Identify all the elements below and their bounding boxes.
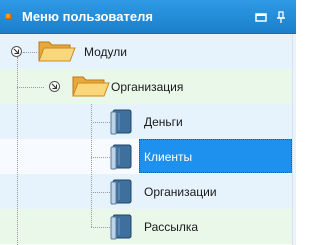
- tree-connector-line: [91, 122, 110, 123]
- pin-icon[interactable]: [274, 10, 288, 24]
- user-menu-panel: Меню пользователя Модули Организация Ден…: [0, 0, 296, 245]
- panel-title: Меню пользователя: [22, 9, 153, 24]
- tree-connector-line: [91, 227, 110, 228]
- tree-connector-line: [23, 52, 37, 53]
- tree-connector-line: [17, 57, 18, 245]
- book-icon: [110, 214, 132, 240]
- book-icon: [110, 144, 132, 170]
- tree-node-label[interactable]: Клиенты: [144, 150, 192, 164]
- restore-window-icon[interactable]: [254, 10, 268, 24]
- folder-open-icon: [38, 39, 76, 63]
- folder-open-icon: [72, 74, 110, 98]
- tree-connector-line: [17, 87, 44, 88]
- collapse-toggle-icon[interactable]: [11, 46, 22, 57]
- tree-node-label[interactable]: Деньги: [144, 115, 183, 129]
- tree-connector-line: [91, 192, 110, 193]
- tree-node-label[interactable]: Модули: [84, 45, 127, 59]
- header-grip-icon: [5, 13, 11, 19]
- book-icon: [110, 109, 132, 135]
- book-icon: [110, 179, 132, 205]
- tree-node-label[interactable]: Организации: [144, 185, 217, 199]
- vertical-scrollbar[interactable]: [292, 34, 296, 245]
- tree-node-label[interactable]: Организация: [111, 80, 183, 94]
- tree-node-label[interactable]: Рассылка: [144, 220, 198, 234]
- tree-connector-line: [91, 157, 110, 158]
- collapse-toggle-icon[interactable]: [49, 81, 60, 92]
- panel-header: Меню пользователя: [0, 0, 296, 34]
